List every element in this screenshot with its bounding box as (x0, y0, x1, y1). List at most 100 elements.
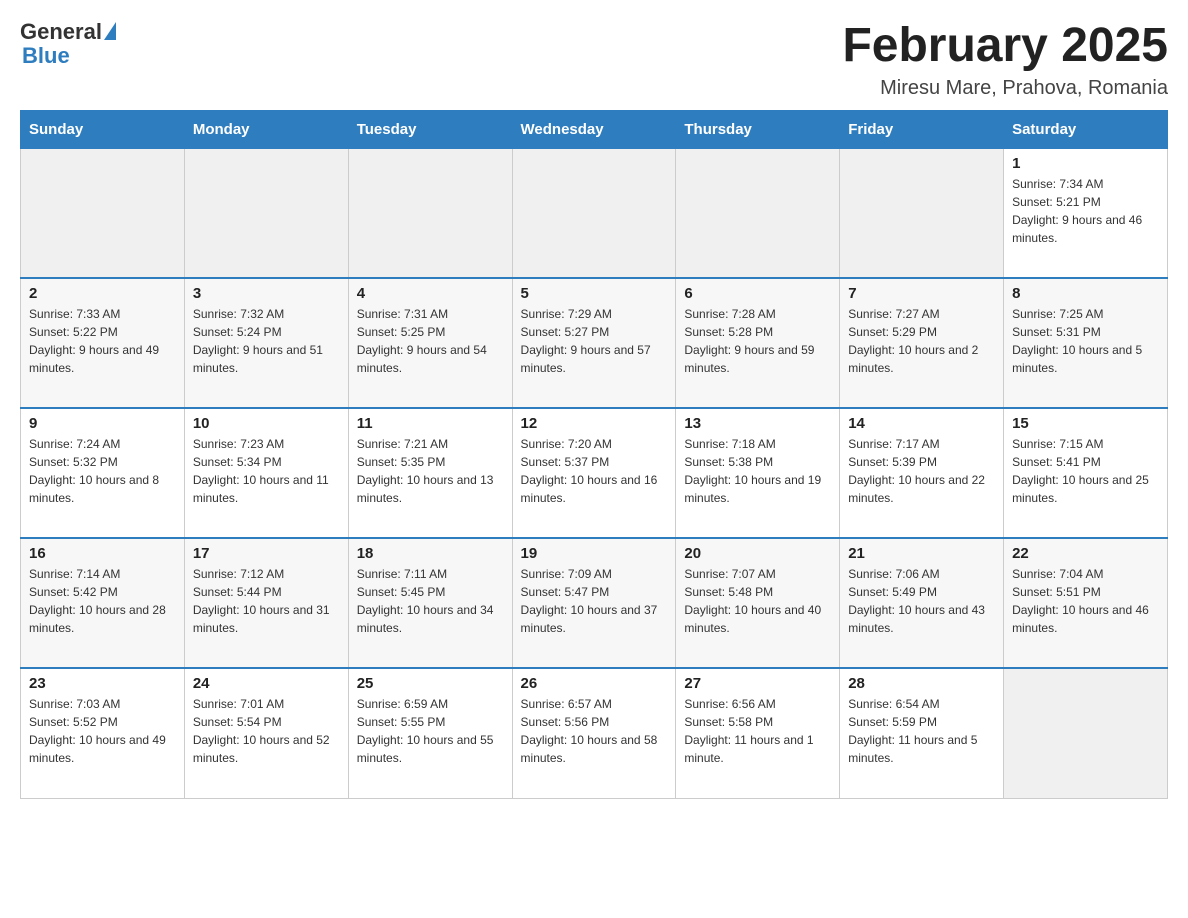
calendar-cell: 5 Sunrise: 7:29 AMSunset: 5:27 PMDaylight… (512, 278, 676, 408)
day-info: Sunrise: 7:17 AMSunset: 5:39 PMDaylight:… (848, 435, 995, 507)
day-number: 22 (1012, 545, 1159, 562)
day-info: Sunrise: 7:32 AMSunset: 5:24 PMDaylight:… (193, 305, 340, 377)
calendar-cell: 18 Sunrise: 7:11 AMSunset: 5:45 PMDayligh… (348, 538, 512, 668)
day-number: 14 (848, 415, 995, 432)
day-number: 17 (193, 545, 340, 562)
logo: General Blue (20, 20, 116, 68)
day-number: 16 (29, 545, 176, 562)
calendar-cell (840, 148, 1004, 278)
day-info: Sunrise: 6:59 AMSunset: 5:55 PMDaylight:… (357, 695, 504, 767)
day-info: Sunrise: 7:01 AMSunset: 5:54 PMDaylight:… (193, 695, 340, 767)
title-section: February 2025 Miresu Mare, Prahova, Roma… (842, 20, 1168, 100)
day-number: 27 (684, 675, 831, 692)
logo-blue-text: Blue (22, 44, 70, 68)
day-info: Sunrise: 7:14 AMSunset: 5:42 PMDaylight:… (29, 565, 176, 637)
calendar-cell: 17 Sunrise: 7:12 AMSunset: 5:44 PMDayligh… (184, 538, 348, 668)
day-number: 8 (1012, 285, 1159, 302)
week-row-2: 2 Sunrise: 7:33 AMSunset: 5:22 PMDaylight… (21, 278, 1168, 408)
calendar-cell: 11 Sunrise: 7:21 AMSunset: 5:35 PMDayligh… (348, 408, 512, 538)
calendar-cell: 9 Sunrise: 7:24 AMSunset: 5:32 PMDaylight… (21, 408, 185, 538)
day-info: Sunrise: 7:21 AMSunset: 5:35 PMDaylight:… (357, 435, 504, 507)
calendar-cell: 23Sunrise: 7:03 AMSunset: 5:52 PMDayligh… (21, 668, 185, 798)
calendar-title: February 2025 (842, 20, 1168, 73)
day-info: Sunrise: 7:31 AMSunset: 5:25 PMDaylight:… (357, 305, 504, 377)
day-info: Sunrise: 7:29 AMSunset: 5:27 PMDaylight:… (521, 305, 668, 377)
day-number: 25 (357, 675, 504, 692)
day-info: Sunrise: 7:12 AMSunset: 5:44 PMDaylight:… (193, 565, 340, 637)
week-row-4: 16 Sunrise: 7:14 AMSunset: 5:42 PMDayligh… (21, 538, 1168, 668)
page-header: General Blue February 2025 Miresu Mare, … (20, 20, 1168, 100)
calendar-cell: 8Sunrise: 7:25 AMSunset: 5:31 PMDaylight… (1004, 278, 1168, 408)
day-info: Sunrise: 7:23 AMSunset: 5:34 PMDaylight:… (193, 435, 340, 507)
day-number: 15 (1012, 415, 1159, 432)
calendar-cell: 7 Sunrise: 7:27 AMSunset: 5:29 PMDaylight… (840, 278, 1004, 408)
calendar-subtitle: Miresu Mare, Prahova, Romania (842, 77, 1168, 100)
calendar-cell: 20Sunrise: 7:07 AMSunset: 5:48 PMDayligh… (676, 538, 840, 668)
calendar-cell: 14 Sunrise: 7:17 AMSunset: 5:39 PMDayligh… (840, 408, 1004, 538)
logo-triangle-icon (104, 22, 116, 40)
day-number: 7 (848, 285, 995, 302)
calendar-cell: 6Sunrise: 7:28 AMSunset: 5:28 PMDaylight… (676, 278, 840, 408)
day-info: Sunrise: 6:54 AMSunset: 5:59 PMDaylight:… (848, 695, 995, 767)
day-number: 21 (848, 545, 995, 562)
day-number: 28 (848, 675, 995, 692)
calendar-cell: 12 Sunrise: 7:20 AMSunset: 5:37 PMDayligh… (512, 408, 676, 538)
day-number: 18 (357, 545, 504, 562)
calendar-cell: 1 Sunrise: 7:34 AMSunset: 5:21 PMDaylight… (1004, 148, 1168, 278)
logo-general-text: General (20, 20, 102, 44)
calendar-cell: 25 Sunrise: 6:59 AMSunset: 5:55 PMDayligh… (348, 668, 512, 798)
day-header-wednesday: Wednesday (512, 110, 676, 148)
day-number: 20 (684, 545, 831, 562)
day-number: 10 (193, 415, 340, 432)
calendar-cell (184, 148, 348, 278)
day-header-saturday: Saturday (1004, 110, 1168, 148)
calendar-cell (676, 148, 840, 278)
calendar-cell: 24 Sunrise: 7:01 AMSunset: 5:54 PMDayligh… (184, 668, 348, 798)
week-row-1: 1 Sunrise: 7:34 AMSunset: 5:21 PMDaylight… (21, 148, 1168, 278)
day-info: Sunrise: 7:04 AMSunset: 5:51 PMDaylight:… (1012, 565, 1159, 637)
day-info: Sunrise: 7:33 AMSunset: 5:22 PMDaylight:… (29, 305, 176, 377)
day-info: Sunrise: 7:11 AMSunset: 5:45 PMDaylight:… (357, 565, 504, 637)
day-info: Sunrise: 7:18 AMSunset: 5:38 PMDaylight:… (684, 435, 831, 507)
day-info: Sunrise: 7:27 AMSunset: 5:29 PMDaylight:… (848, 305, 995, 377)
calendar-cell: 13 Sunrise: 7:18 AMSunset: 5:38 PMDayligh… (676, 408, 840, 538)
calendar-cell: 22 Sunrise: 7:04 AMSunset: 5:51 PMDayligh… (1004, 538, 1168, 668)
day-number: 13 (684, 415, 831, 432)
day-info: Sunrise: 7:06 AMSunset: 5:49 PMDaylight:… (848, 565, 995, 637)
calendar-cell (1004, 668, 1168, 798)
day-number: 3 (193, 285, 340, 302)
calendar-cell: 3 Sunrise: 7:32 AMSunset: 5:24 PMDaylight… (184, 278, 348, 408)
day-info: Sunrise: 7:24 AMSunset: 5:32 PMDaylight:… (29, 435, 176, 507)
day-number: 1 (1012, 155, 1159, 172)
calendar-cell (21, 148, 185, 278)
calendar-cell: 28 Sunrise: 6:54 AMSunset: 5:59 PMDayligh… (840, 668, 1004, 798)
calendar-cell: 19Sunrise: 7:09 AMSunset: 5:47 PMDayligh… (512, 538, 676, 668)
day-header-monday: Monday (184, 110, 348, 148)
day-header-sunday: Sunday (21, 110, 185, 148)
calendar-table: SundayMondayTuesdayWednesdayThursdayFrid… (20, 110, 1168, 799)
calendar-cell: 21 Sunrise: 7:06 AMSunset: 5:49 PMDayligh… (840, 538, 1004, 668)
day-info: Sunrise: 6:57 AMSunset: 5:56 PMDaylight:… (521, 695, 668, 767)
day-info: Sunrise: 7:15 AMSunset: 5:41 PMDaylight:… (1012, 435, 1159, 507)
day-info: Sunrise: 7:09 AMSunset: 5:47 PMDaylight:… (521, 565, 668, 637)
day-number: 6 (684, 285, 831, 302)
day-info: Sunrise: 6:56 AMSunset: 5:58 PMDaylight:… (684, 695, 831, 767)
calendar-cell (512, 148, 676, 278)
day-number: 5 (521, 285, 668, 302)
day-number: 23 (29, 675, 176, 692)
day-number: 9 (29, 415, 176, 432)
day-header-thursday: Thursday (676, 110, 840, 148)
calendar-cell: 27 Sunrise: 6:56 AMSunset: 5:58 PMDayligh… (676, 668, 840, 798)
week-row-5: 23Sunrise: 7:03 AMSunset: 5:52 PMDayligh… (21, 668, 1168, 798)
day-number: 4 (357, 285, 504, 302)
calendar-cell: 10 Sunrise: 7:23 AMSunset: 5:34 PMDayligh… (184, 408, 348, 538)
day-info: Sunrise: 7:20 AMSunset: 5:37 PMDaylight:… (521, 435, 668, 507)
calendar-cell: 4 Sunrise: 7:31 AMSunset: 5:25 PMDaylight… (348, 278, 512, 408)
day-number: 2 (29, 285, 176, 302)
day-number: 12 (521, 415, 668, 432)
calendar-cell (348, 148, 512, 278)
day-number: 11 (357, 415, 504, 432)
day-number: 24 (193, 675, 340, 692)
day-info: Sunrise: 7:34 AMSunset: 5:21 PMDaylight:… (1012, 175, 1159, 247)
days-header-row: SundayMondayTuesdayWednesdayThursdayFrid… (21, 110, 1168, 148)
